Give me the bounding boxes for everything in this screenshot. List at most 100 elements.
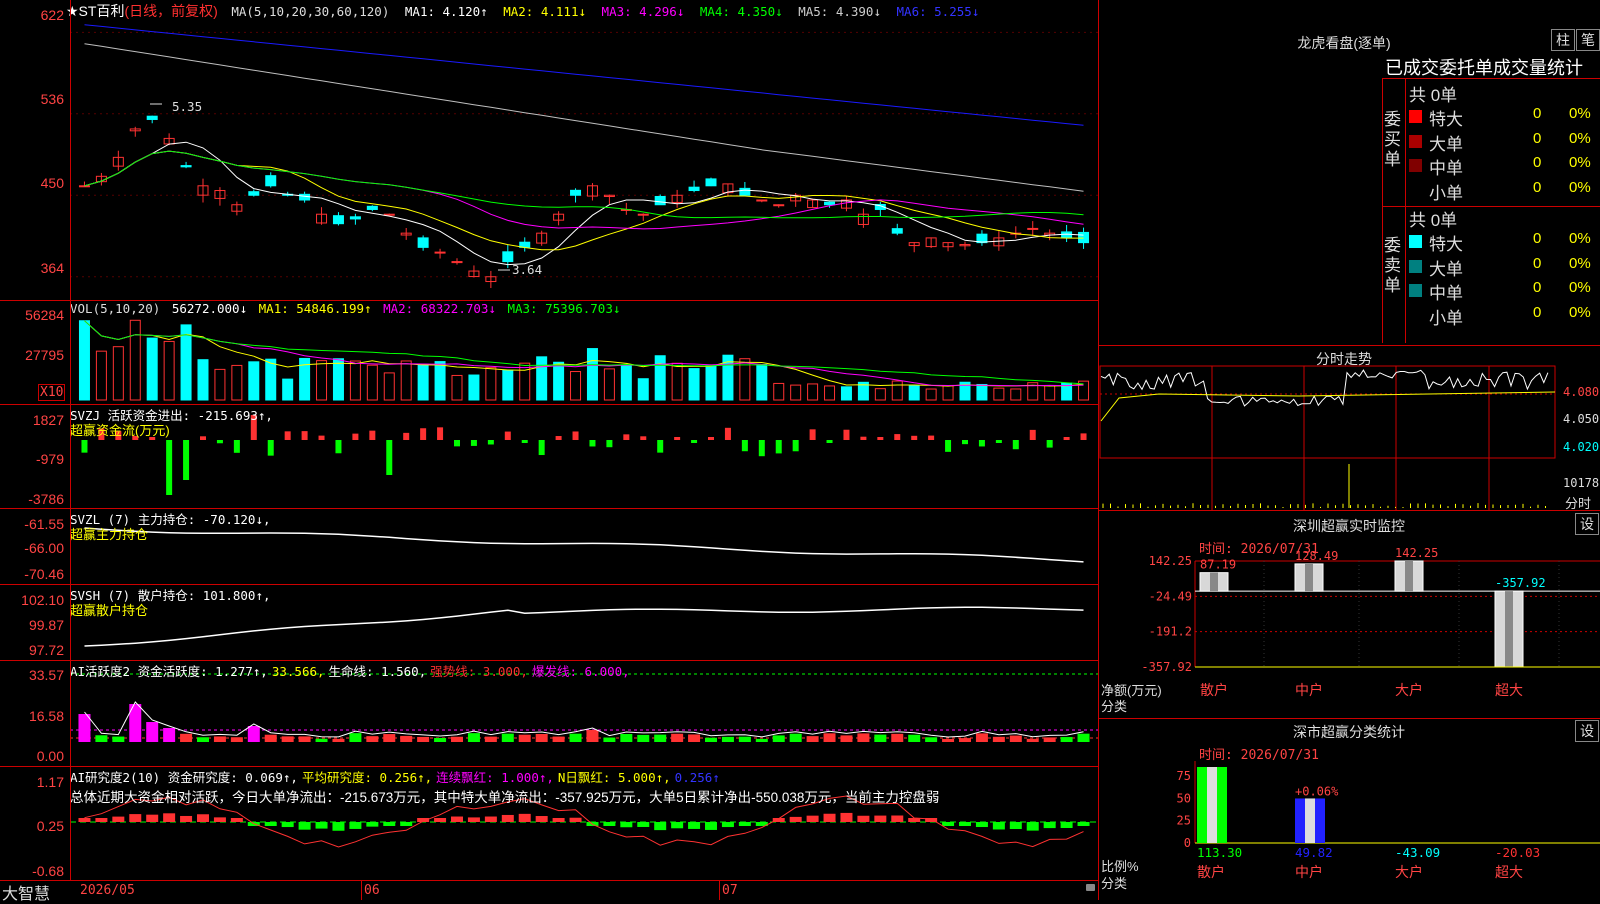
ai-activity-v4: 强势线: 3.000, xyxy=(430,664,528,679)
ai1-bar-59 xyxy=(1077,733,1090,742)
vol-ma2: MA2: 68322.703↓ xyxy=(383,301,496,316)
volume-bar-42 xyxy=(790,384,802,401)
ai2-bar-37 xyxy=(705,822,717,830)
vol-ma1: MA1: 54846.199↑ xyxy=(258,301,372,316)
svsh-panel[interactable]: SVSH (7) 散户持仓: 101.800↑, 超赢散户持仓 102.10 9… xyxy=(0,584,1098,661)
ai2-bar-57 xyxy=(1043,822,1056,829)
stats-ytick-2: 25 xyxy=(1177,814,1191,828)
candle-body-41 xyxy=(773,204,785,207)
volume-bar-28 xyxy=(553,361,565,401)
buy-swatch-3 xyxy=(1409,184,1422,197)
ai-activity-header: AI活跃度2 资金活跃度: 1.277↑, 33.566, 生命线: 1.560, 强… xyxy=(70,661,634,680)
volume-bar-23 xyxy=(468,374,480,401)
ai2-bar-29 xyxy=(569,817,582,822)
kline-header: ★ST百利(日线，前复权) MA(5,10,20,30,60,120) MA1:… xyxy=(66,1,979,21)
svzj-bar-58 xyxy=(1063,437,1070,440)
intraday-chart[interactable] xyxy=(1099,346,1600,510)
ai-research-panel[interactable]: AI研究度2(10) 资金研究度: 0.069↑, 平均研究度: 0.256↑, 连… xyxy=(0,766,1098,881)
ai2-bar-16 xyxy=(349,822,362,829)
svzj-bar-46 xyxy=(860,436,867,440)
svzj-bar-7 xyxy=(200,436,206,440)
svzl-ytick-1: -66.00 xyxy=(24,540,64,556)
volume-bar-30 xyxy=(586,348,598,401)
volume-bar-3 xyxy=(129,319,141,401)
svzj-bar-8 xyxy=(216,440,223,444)
kline-panel[interactable]: ★ST百利(日线，前复权) MA(5,10,20,30,60,120) MA1:… xyxy=(0,0,1098,301)
volume-bar-40 xyxy=(756,363,768,401)
ai2-ytick-0: 1.17 xyxy=(36,774,64,790)
stats-panel[interactable]: 深市超赢分类统计 设 时间: 2026/07/31 75 50 25 0 113.30 散… xyxy=(1099,719,1600,900)
ai2-bar-43 xyxy=(806,815,819,822)
ai2-bar-38 xyxy=(721,822,734,828)
svzj-bar-41 xyxy=(775,440,782,454)
stats-chart[interactable]: 75 50 25 0 113.30 散户 49.82 中户 -43.09 大户 -20.03 超大 +0… xyxy=(1099,719,1600,900)
volume-bar-20 xyxy=(417,363,429,401)
monitor-chart[interactable]: 142.25 -24.49 -191.2 -357.92 87.19 散户 128.49 中户… xyxy=(1099,511,1600,718)
ai2-bar-32 xyxy=(620,822,633,828)
low-price-label: 3.64 xyxy=(512,262,543,277)
buy-row-name-1: 大单 xyxy=(1429,134,1463,154)
monitor-panel[interactable]: 深圳超赢实时监控 设 时间: 2026/07/31 142.25 -24.49 -1… xyxy=(1099,511,1600,719)
candle-body-29 xyxy=(570,189,582,196)
svzj-bar-18 xyxy=(386,440,393,475)
ai1-bar-28 xyxy=(552,736,565,742)
ai-activity-v3: 生命线: 1.560, xyxy=(328,664,427,679)
bar-mode-button[interactable]: 柱 xyxy=(1551,29,1575,51)
sell-row-count-1: 0 xyxy=(1533,254,1542,272)
stock-title[interactable]: ★ST百利 xyxy=(66,3,124,19)
volume-panel[interactable]: VOL(5,10,20) 56272.000↓ MA1: 54846.199↑ … xyxy=(0,300,1098,405)
ai-activity-v5: 爆发线: 6.000, xyxy=(531,664,630,679)
svzj-bar-22 xyxy=(454,440,460,447)
ai2-bar-33 xyxy=(637,822,650,827)
candle-body-36 xyxy=(688,186,700,192)
svzj-bar-50 xyxy=(928,435,935,440)
monitor-x-title: 分类 xyxy=(1101,699,1128,714)
ai2-ytick-2: -0.68 xyxy=(32,863,64,879)
volume-bar-33 xyxy=(637,378,649,401)
ma4-line xyxy=(84,150,1084,219)
ai1-bar-18 xyxy=(383,734,396,742)
kline-chart[interactable] xyxy=(0,0,1098,300)
candle-body-16 xyxy=(349,216,361,220)
ai1-bar-50 xyxy=(925,737,938,742)
svzl-sub: 超赢主力持仓 xyxy=(70,527,149,542)
ai2-bar-44 xyxy=(823,813,836,822)
ai2-bar-8 xyxy=(213,817,226,822)
ai1-bar-30 xyxy=(586,730,599,742)
ai2-bar-25 xyxy=(501,814,514,822)
ma-params: MA(5,10,20,30,60,120) xyxy=(231,4,390,19)
buy-row-count-2: 0 xyxy=(1533,154,1542,171)
svzj-bar-37 xyxy=(708,437,714,440)
app-logo[interactable]: 大智慧 xyxy=(2,880,50,904)
volume-bar-22 xyxy=(451,374,463,401)
volume-bar-50 xyxy=(925,388,937,401)
ai1-bar-19 xyxy=(400,735,413,742)
svzj-panel[interactable]: SVZJ 活跃资金进出: -215.693↑, 超赢资金流(万元) 1827 -… xyxy=(0,404,1098,509)
ai-activity-label: AI活跃度2 资金活跃度: 1.277↑, xyxy=(70,664,268,679)
ai2-bar-45 xyxy=(840,812,853,822)
intraday-panel[interactable]: 分时走势 4.080 4.050 4.020 10178 分时 xyxy=(1099,346,1600,511)
vol-ma1-line xyxy=(84,320,1084,387)
intra-vol-unit: 分时 xyxy=(1565,496,1592,511)
monitor-cat-0: 散户 xyxy=(1200,682,1228,699)
candle-body-0 xyxy=(78,185,90,188)
svzl-panel[interactable]: SVZL (7) 主力持仓: -70.120↓, 超赢主力持仓 -61.55 -… xyxy=(0,508,1098,585)
ai1-bar-37 xyxy=(705,737,717,742)
svzj-bar-56 xyxy=(1029,429,1036,440)
sell-swatch-2 xyxy=(1409,284,1422,297)
ma5-value: MA5: 4.390↓ xyxy=(798,4,881,19)
ai-activity-panel[interactable]: AI活跃度2 资金活跃度: 1.277↑, 33.566, 生命线: 1.560, 强… xyxy=(0,660,1098,767)
svzj-bar-52 xyxy=(962,440,968,445)
kline-ytick-1: 536 xyxy=(40,91,64,107)
buy-row-pct-2: 0% xyxy=(1569,154,1591,171)
svzj-bar-48 xyxy=(894,434,901,440)
lock-icon[interactable] xyxy=(1086,884,1095,891)
vol-ma3-line xyxy=(84,320,1084,385)
volume-bar-51 xyxy=(942,385,954,401)
stats-ytick-1: 50 xyxy=(1177,791,1191,805)
ai1-bar-20 xyxy=(417,736,430,742)
ai1-line xyxy=(84,701,1084,738)
tick-mode-button[interactable]: 笔 xyxy=(1576,29,1600,51)
svzl-ytick-2: -70.46 xyxy=(24,566,64,582)
ai2-bar-7 xyxy=(197,814,209,822)
